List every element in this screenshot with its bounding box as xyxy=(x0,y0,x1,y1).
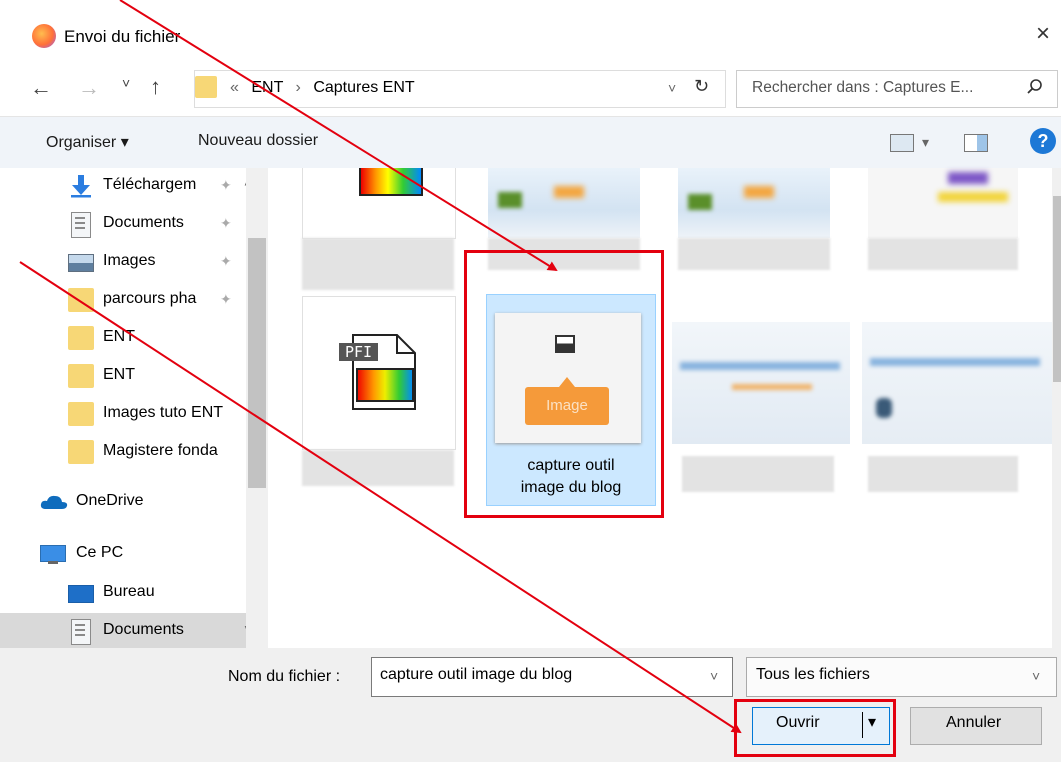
arrow-to-open xyxy=(19,261,742,734)
annotation-arrows xyxy=(19,0,742,734)
arrow-to-file xyxy=(119,0,558,272)
